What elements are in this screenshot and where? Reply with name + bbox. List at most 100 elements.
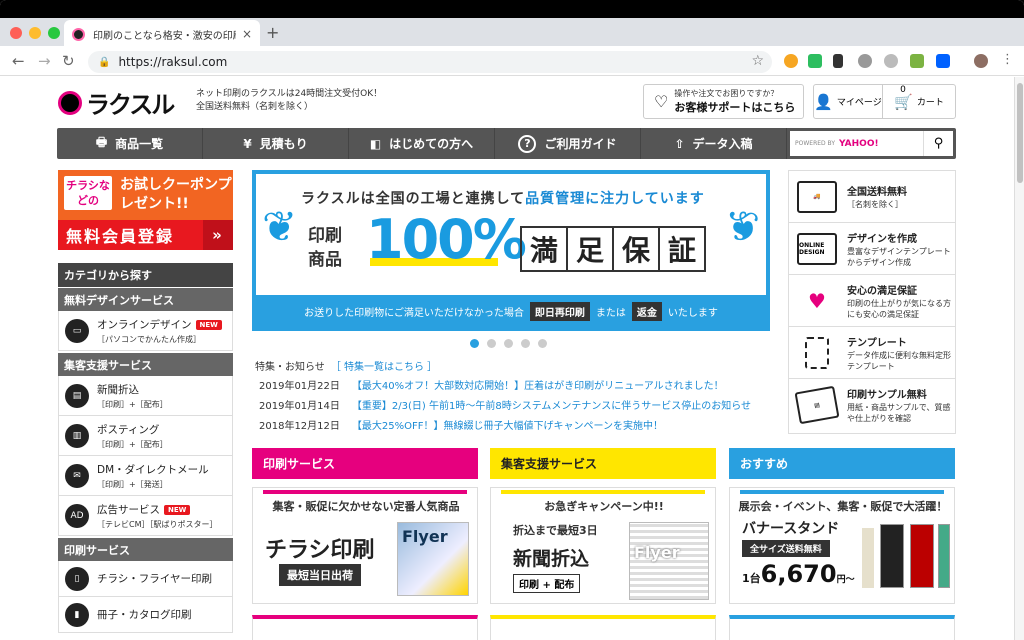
- heart-icon: ♡: [654, 92, 669, 111]
- news-date: 2019年01月14日: [259, 401, 340, 412]
- sidebar-item-online-design[interactable]: ▭ オンラインデザイン NEW ［パソコンでかんたん作成］: [58, 311, 233, 351]
- feature-guarantee[interactable]: ♥ 安心の満足保証 印刷の仕上がりが気になる方にも安心の満足保証: [789, 275, 955, 327]
- sidebar-item-ad[interactable]: AD 広告サービス NEW ［テレビCM］［駅ばりポスター］: [58, 496, 233, 536]
- feature-design[interactable]: ONLINE DESIGN デザインを作成 豊富なデザインテンプレートからデザイン…: [789, 223, 955, 275]
- card-next-row[interactable]: [729, 615, 955, 640]
- scrollbar-thumb[interactable]: [1017, 83, 1023, 183]
- menu-dots-icon[interactable]: ⋮: [1001, 52, 1014, 67]
- screen-top-strip: [0, 0, 1024, 18]
- new-tab-button[interactable]: +: [266, 23, 279, 42]
- extension-icon[interactable]: [833, 54, 843, 68]
- printer-icon: 🖶: [95, 135, 108, 149]
- news-all-link[interactable]: ［ 特集一覧はこちら ］: [331, 362, 437, 373]
- bookmark-star-icon[interactable]: ☆: [751, 53, 764, 69]
- carousel-dot[interactable]: [487, 339, 496, 348]
- news-link[interactable]: 【最大25%OFF！】無線綴じ冊子大幅値下げキャンペーンを実施中！: [352, 421, 663, 432]
- nav-label: データ入稿: [692, 137, 753, 151]
- back-arrow-icon[interactable]: ←: [12, 52, 25, 70]
- support-main-text: お客様サポートはこちら: [674, 101, 796, 114]
- free-register-button[interactable]: 無料会員登録 »: [58, 220, 233, 250]
- browser-tab[interactable]: 印刷のことなら格安・激安の印刷通販 ×: [64, 20, 260, 48]
- extension-icon[interactable]: [858, 54, 872, 68]
- card-newspaper-insert[interactable]: お急ぎキャンペーン中!! 折込まで最短3日 新聞折込 印刷 + 配布 Flyer: [490, 487, 716, 604]
- nav-estimate[interactable]: ¥ 見積もり: [203, 128, 349, 159]
- yahoo-logo: YAHOO!: [839, 138, 879, 149]
- category-heading: カテゴリから探す: [58, 263, 233, 287]
- nav-beginners[interactable]: ◧ はじめての方へ: [349, 128, 495, 159]
- dropbox-icon[interactable]: [936, 54, 950, 68]
- search-button[interactable]: ⚲: [923, 131, 953, 156]
- feature-template[interactable]: テンプレート データ作成に便利な無料定形テンプレート: [789, 327, 955, 379]
- carousel-dot[interactable]: [521, 339, 530, 348]
- card-next-row[interactable]: [490, 615, 716, 640]
- nav-data-upload[interactable]: ⇧ データ入稿: [641, 128, 787, 159]
- feature-free-shipping[interactable]: 🚚 全国送料無料 ［名刺を除く］: [789, 171, 955, 223]
- customer-support-button[interactable]: ♡ 操作や注文でお困りですか？ お客様サポートはこちら: [643, 84, 804, 119]
- service-head-printing[interactable]: 印刷サービス: [252, 448, 478, 479]
- reload-icon[interactable]: ↻: [62, 52, 75, 70]
- card-next-row[interactable]: [252, 615, 478, 640]
- web-page: ラクスル ネット印刷のラクスルは24時間注文受付OK！ 全国送料無料（名刺を除く…: [0, 77, 1014, 640]
- truck-icon: 🚚: [797, 180, 837, 213]
- service-head-recommended[interactable]: おすすめ: [729, 448, 955, 479]
- feature-desc: 用紙・商品サンプルで、質感や仕上がりを確認: [847, 403, 951, 423]
- online-design-icon: ONLINE DESIGN: [797, 232, 837, 265]
- carousel-dot-active[interactable]: [470, 339, 479, 348]
- section-marketing: 集客支援サービス: [58, 353, 233, 376]
- section-free-design: 無料デザインサービス: [58, 288, 233, 311]
- quality-guarantee-banner[interactable]: ラクスルは全国の工場と連携して品質管理に注力しています ❦ ❦ 印刷 商品 100…: [252, 170, 770, 331]
- sidebar-item-flyer[interactable]: ▯ チラシ・フライヤー印刷: [58, 561, 233, 597]
- header-tagline: ネット印刷のラクスルは24時間注文受付OK！ 全国送料無料（名刺を除く）: [196, 88, 382, 114]
- search-input[interactable]: POWERED BY YAHOO!: [790, 131, 923, 156]
- site-search: POWERED BY YAHOO! ⚲: [787, 128, 956, 159]
- search-powered-label: POWERED BY: [795, 140, 836, 147]
- address-bar: ← → ↻ 🔒 https://raksul.com ☆ ⋮: [0, 48, 1024, 76]
- mailbox-icon: ▥: [65, 423, 89, 448]
- nav-guide[interactable]: ? ご利用ガイド: [495, 128, 641, 159]
- nav-label: 商品一覧: [115, 137, 164, 151]
- carousel-dot[interactable]: [538, 339, 547, 348]
- newspaper-sample-image: Flyer: [629, 522, 709, 600]
- forward-arrow-icon[interactable]: →: [38, 52, 51, 70]
- sheets-icon[interactable]: [910, 54, 924, 68]
- newspaper-icon: ▤: [65, 383, 89, 408]
- news-link[interactable]: 【重要】2/3(日) 午前1時〜午前8時システムメンテナンスに伴うサービス停止の…: [352, 401, 751, 412]
- item-sub: ［パソコンでかんたん作成］: [97, 334, 201, 344]
- register-label: 無料会員登録: [66, 227, 175, 246]
- nav-products[interactable]: 🖶 商品一覧: [57, 128, 203, 159]
- minimize-window-button[interactable]: [29, 27, 41, 39]
- footer-box-reprint: 即日再印刷: [529, 301, 590, 321]
- lock-icon: 🔒: [98, 56, 111, 68]
- service-head-marketing[interactable]: 集客支援サービス: [490, 448, 716, 479]
- coupon-banner[interactable]: チラシなどの お試しクーポンプレゼント!! 無料会員登録 »: [58, 170, 233, 250]
- extension-icon[interactable]: [784, 54, 798, 68]
- cloud-icon[interactable]: [884, 54, 898, 68]
- sidebar-item-booklet[interactable]: ▮ 冊子・カタログ印刷: [58, 597, 233, 633]
- card-flyer-printing[interactable]: 集客・販促に欠かせない定番人気商品 チラシ印刷 最短当日出荷 Flyer: [252, 487, 478, 604]
- url-field[interactable]: 🔒 https://raksul.com ☆: [88, 51, 772, 73]
- close-tab-icon[interactable]: ×: [242, 27, 252, 41]
- evernote-icon[interactable]: [808, 54, 822, 68]
- page-scrollbar[interactable]: [1014, 77, 1024, 640]
- news-link[interactable]: 【最大40%オフ！大部数対応開始！】圧着はがき印刷がリニューアルされました！: [352, 381, 724, 392]
- new-badge: NEW: [164, 504, 191, 515]
- card-banner-stand[interactable]: 展示会・イベント、集客・販促で大活躍！ バナースタンド 全サイズ送料無料 1台6…: [729, 487, 955, 604]
- carousel-dot[interactable]: [504, 339, 513, 348]
- mypage-button[interactable]: 👤 マイページ: [813, 84, 883, 119]
- envelope-icon: ✉: [65, 463, 89, 488]
- card-badge: 印刷 + 配布: [513, 574, 581, 593]
- search-icon: ⚲: [933, 136, 944, 151]
- nav-label: はじめての方へ: [389, 137, 474, 151]
- sidebar-item-newspaper[interactable]: ▤ 新聞折込 ［印刷］+［配布］: [58, 376, 233, 416]
- laurel-right-icon: ❦: [724, 202, 760, 251]
- raksul-logo[interactable]: ラクスル: [58, 85, 175, 120]
- sidebar-item-posting[interactable]: ▥ ポスティング ［印刷］+［配布］: [58, 416, 233, 456]
- maximize-window-button[interactable]: [48, 27, 60, 39]
- card-subtitle: お急ぎキャンペーン中!!: [544, 500, 664, 513]
- sidebar-item-dm[interactable]: ✉ DM・ダイレクトメール ［印刷］+［発送］: [58, 456, 233, 496]
- feature-samples[interactable]: ▤ 印刷サンプル無料 用紙・商品サンプルで、質感や仕上がりを確認: [789, 379, 955, 431]
- logo-mark-icon: [58, 90, 82, 115]
- profile-avatar[interactable]: [974, 54, 988, 68]
- close-window-button[interactable]: [10, 27, 22, 39]
- cart-button[interactable]: 🛒 0 カート: [882, 84, 956, 119]
